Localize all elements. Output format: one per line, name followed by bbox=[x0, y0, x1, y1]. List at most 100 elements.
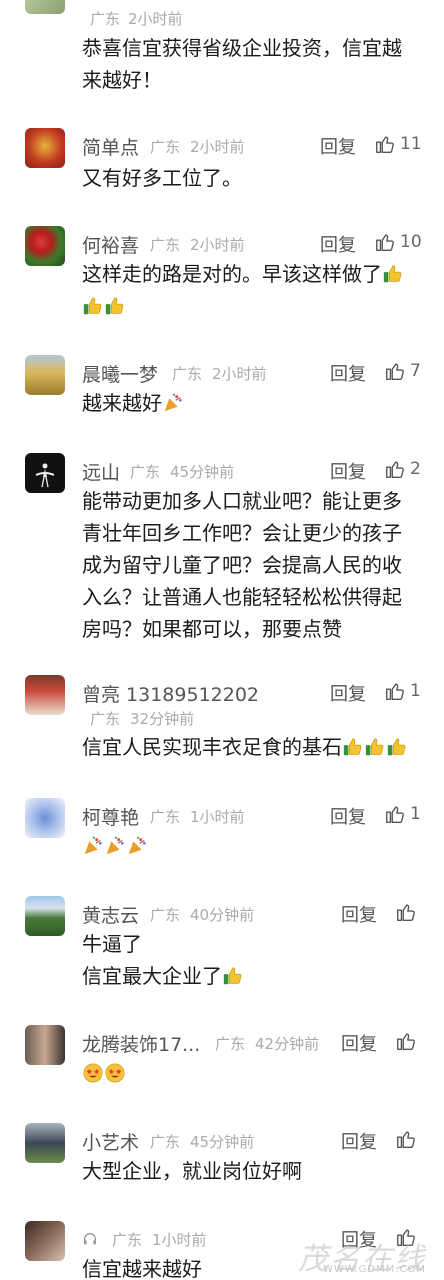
comment-author[interactable]: 何裕喜 bbox=[82, 231, 139, 258]
like-button[interactable]: 7 bbox=[384, 360, 421, 382]
comment-location: 广东 bbox=[90, 10, 121, 28]
comment-body: 牛逼了 信宜最大企业了 bbox=[82, 928, 426, 992]
star-struck-emoji bbox=[83, 1063, 103, 1083]
comment-line: 能带动更加多人口就业吧？能让更多 bbox=[82, 489, 402, 513]
comment-author[interactable]: 小艺术 bbox=[82, 1128, 139, 1155]
ballerina-image bbox=[35, 463, 55, 488]
reply-button[interactable]: 回复 bbox=[330, 803, 366, 829]
comment-location: 广东 bbox=[150, 808, 181, 826]
comment-line: 又有好多工位了。 bbox=[82, 166, 242, 190]
comment-author[interactable]: 晨曦一梦 bbox=[82, 360, 158, 387]
comment-line: 信宜人民实现丰衣足食的基石 bbox=[82, 731, 426, 763]
avatar[interactable] bbox=[25, 1025, 65, 1065]
comment-text: 信宜人民实现丰衣足食的基石 bbox=[82, 735, 342, 759]
like-button[interactable] bbox=[395, 1128, 417, 1150]
comment-body bbox=[82, 1057, 426, 1089]
like-button[interactable] bbox=[395, 1030, 417, 1052]
avatar[interactable] bbox=[25, 453, 65, 493]
like-count: 11 bbox=[400, 134, 422, 154]
comment-time: 2小时前 bbox=[212, 365, 267, 383]
comment-time: 2小时前 bbox=[128, 10, 183, 28]
comment-text: 这样走的路是对的。早该这样做了 bbox=[82, 262, 382, 286]
like-count: 2 bbox=[410, 459, 421, 479]
thumbs-up-icon bbox=[386, 363, 404, 380]
thumbs-up-icon bbox=[386, 683, 404, 700]
comment-author[interactable]: 龙腾装饰17... bbox=[82, 1030, 200, 1057]
comment-time: 45分钟前 bbox=[190, 1133, 255, 1151]
comment-time: 42分钟前 bbox=[255, 1035, 320, 1053]
like-count: 1 bbox=[410, 804, 421, 824]
comment-body: 恭喜信宜获得省级企业投资，信宜越 来越好！ bbox=[82, 32, 426, 96]
comment-line: 成为留守儿童了吧？会提高人民的收 bbox=[82, 553, 402, 577]
party-popper-emoji bbox=[106, 836, 124, 855]
comment-location: 广东 bbox=[150, 236, 181, 254]
comment-time: 2小时前 bbox=[190, 236, 245, 254]
comment-line: 青壮年回乡工作吧？会让更少的孩子 bbox=[82, 521, 402, 545]
avatar[interactable] bbox=[25, 0, 65, 14]
comment-line: 越来越好 bbox=[82, 387, 426, 419]
avatar[interactable] bbox=[25, 1221, 65, 1261]
comment-location: 广东 bbox=[150, 906, 181, 924]
avatar[interactable] bbox=[25, 675, 65, 715]
comment-body: 又有好多工位了。 bbox=[82, 162, 426, 194]
reply-button[interactable]: 回复 bbox=[330, 458, 366, 484]
thumbs-up-icon bbox=[386, 806, 404, 823]
like-count: 1 bbox=[410, 681, 421, 701]
like-count: 10 bbox=[400, 232, 422, 252]
comment-text: 信宜最大企业了 bbox=[82, 964, 222, 988]
comment-author[interactable]: 黄志云 bbox=[82, 901, 139, 928]
reply-button[interactable]: 回复 bbox=[341, 1128, 377, 1154]
like-button[interactable] bbox=[395, 901, 417, 923]
comment-line bbox=[82, 1057, 426, 1089]
comment-line: 房吗？如果都可以，那要点赞 bbox=[82, 617, 342, 641]
avatar[interactable] bbox=[25, 355, 65, 395]
avatar[interactable] bbox=[25, 798, 65, 838]
comment-location: 广东 bbox=[150, 138, 181, 156]
comment-body: 大型企业，就业岗位好啊 bbox=[82, 1155, 426, 1187]
party-popper-emoji bbox=[84, 836, 102, 855]
thumbs-up-emoji bbox=[383, 265, 402, 283]
comment-location: 广东 bbox=[90, 710, 121, 728]
comment-line: 这样走的路是对的。早该这样做了 bbox=[82, 258, 426, 290]
comment-time: 1小时前 bbox=[190, 808, 245, 826]
comment-author[interactable]: 柯尊艳 bbox=[82, 803, 139, 830]
thumbs-up-emoji bbox=[387, 738, 406, 756]
avatar[interactable] bbox=[25, 226, 65, 266]
comment-location: 广东 bbox=[215, 1035, 246, 1053]
comment-location: 广东 bbox=[112, 1231, 143, 1249]
comment-location: 广东 bbox=[150, 1133, 181, 1151]
comment-author[interactable]: 远山 bbox=[82, 458, 120, 485]
reply-button[interactable]: 回复 bbox=[330, 360, 366, 386]
star-struck-emoji bbox=[105, 1063, 125, 1083]
watermark-url: WWW.GDMM.COM bbox=[322, 1264, 426, 1275]
comment-line: 大型企业，就业岗位好啊 bbox=[82, 1159, 302, 1183]
comment-body: 能带动更加多人口就业吧？能让更多 青壮年回乡工作吧？会让更少的孩子 成为留守儿童… bbox=[82, 485, 426, 645]
thumbs-up-emoji bbox=[83, 297, 102, 315]
like-button[interactable]: 1 bbox=[384, 680, 421, 702]
reply-button[interactable]: 回复 bbox=[341, 1030, 377, 1056]
reply-button[interactable]: 回复 bbox=[320, 231, 356, 257]
comment-location: 广东 bbox=[172, 365, 203, 383]
avatar[interactable] bbox=[25, 128, 65, 168]
comment-location: 广东 bbox=[130, 463, 161, 481]
reply-button[interactable]: 回复 bbox=[330, 680, 366, 706]
comment-author[interactable]: 简单点 bbox=[82, 133, 139, 160]
thumbs-up-emoji bbox=[343, 738, 362, 756]
avatar[interactable] bbox=[25, 1123, 65, 1163]
reply-button[interactable]: 回复 bbox=[341, 901, 377, 927]
comment-body bbox=[82, 830, 426, 862]
comment-line bbox=[82, 830, 426, 862]
thumbs-up-icon bbox=[376, 136, 394, 153]
site-watermark: 茂名在线 WWW.GDMM.COM bbox=[216, 1234, 426, 1278]
comment-author[interactable]: 曾亮 13189512202 bbox=[82, 680, 259, 707]
like-button[interactable]: 1 bbox=[384, 803, 421, 825]
comment-time: 2小时前 bbox=[190, 138, 245, 156]
like-button[interactable]: 10 bbox=[374, 231, 422, 253]
like-button[interactable]: 11 bbox=[374, 133, 422, 155]
reply-button[interactable]: 回复 bbox=[320, 133, 356, 159]
like-button[interactable]: 2 bbox=[384, 458, 421, 480]
avatar[interactable] bbox=[25, 896, 65, 936]
party-popper-emoji bbox=[128, 836, 146, 855]
party-popper-emoji bbox=[164, 393, 182, 412]
comment-line: 恭喜信宜获得省级企业投资，信宜越 bbox=[82, 36, 402, 60]
